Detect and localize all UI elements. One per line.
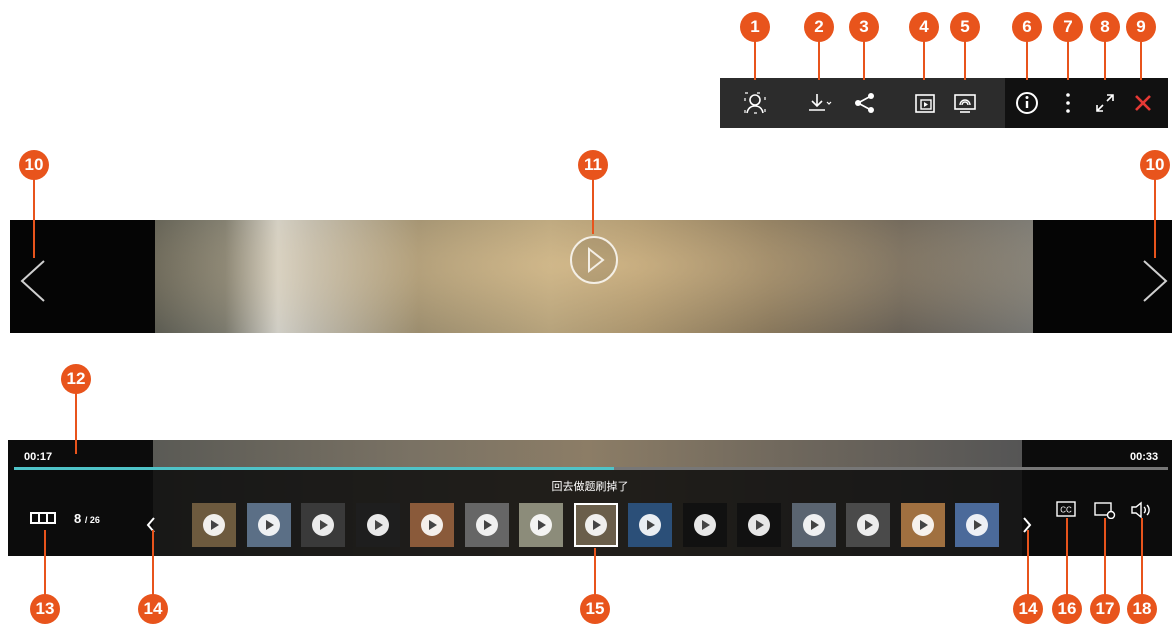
callout-badge-8: 8 [1090, 12, 1120, 42]
thumbnail-item[interactable] [355, 503, 400, 547]
thumbnail-play-icon [530, 514, 552, 536]
callout-badge-3: 3 [849, 12, 879, 42]
counter-current: 8 [74, 511, 82, 526]
user-tag-icon[interactable] [742, 90, 768, 116]
leader-line [1067, 40, 1069, 80]
leader-line [44, 530, 46, 596]
callout-badge-16: 16 [1052, 594, 1082, 624]
callout-badge-13: 13 [30, 594, 60, 624]
callout-badge-15: 15 [580, 594, 610, 624]
callout-badge-2: 2 [804, 12, 834, 42]
thumbnail-play-icon [421, 514, 443, 536]
thumbnail-play-icon [857, 514, 879, 536]
leader-line [863, 40, 865, 80]
info-icon[interactable] [1014, 90, 1040, 116]
leader-line [964, 40, 966, 80]
leader-line [754, 40, 756, 80]
total-time: 00:33 [1130, 451, 1159, 463]
thumbnail-play-icon [748, 514, 770, 536]
leader-line [1104, 40, 1106, 80]
callout-badge-10-right: 10 [1140, 150, 1170, 180]
gallery-grid-icon[interactable] [30, 511, 56, 530]
leader-line [1027, 530, 1029, 596]
callout-badge-17: 17 [1090, 594, 1120, 624]
thumbnail-play-icon [639, 514, 661, 536]
leader-line [594, 548, 596, 596]
leader-line [818, 40, 820, 80]
callout-badge-12: 12 [61, 364, 91, 394]
thumbnail-play-icon [911, 514, 934, 536]
thumbnail-item[interactable] [737, 503, 781, 547]
callout-badge-5: 5 [950, 12, 980, 42]
leader-line [152, 530, 154, 596]
callout-badge-4: 4 [909, 12, 939, 42]
fullscreen-icon[interactable] [1092, 90, 1118, 116]
callout-badge-14-right: 14 [1013, 594, 1043, 624]
cast-icon[interactable] [952, 90, 978, 116]
thumbnail-item[interactable] [628, 503, 672, 547]
current-time: 00:17 [24, 451, 53, 463]
media-counter: 8 / 26 [74, 511, 100, 526]
play-button[interactable] [568, 234, 620, 286]
close-icon[interactable] [1130, 90, 1156, 116]
thumbnail-item[interactable] [791, 503, 836, 547]
leader-line [1066, 518, 1068, 596]
thumbnail-play-icon [802, 514, 825, 536]
leader-line [1154, 178, 1156, 258]
more-icon[interactable] [1055, 90, 1081, 116]
thumbnail-item[interactable] [464, 503, 509, 547]
subtitle-text: 回去做题刷掉了 [551, 481, 629, 493]
thumbnail-item[interactable] [682, 503, 727, 547]
leader-line [33, 178, 35, 258]
thumbnail-item[interactable] [846, 503, 890, 547]
thumbnail-play-icon [693, 514, 716, 536]
thumbnail-play-icon [312, 514, 334, 536]
leader-line [1140, 40, 1142, 80]
thumbnail-item[interactable] [900, 503, 945, 547]
callout-badge-14-left: 14 [138, 594, 168, 624]
thumbnail-item[interactable] [410, 503, 454, 547]
thumbnail-play-icon [966, 514, 988, 536]
thumbnails-prev-icon[interactable] [146, 516, 156, 539]
leader-line [1026, 40, 1028, 80]
thumbnail-item[interactable] [301, 503, 345, 547]
thumbnail-item[interactable] [246, 503, 291, 547]
leader-line [923, 40, 925, 80]
callout-badge-9: 9 [1126, 12, 1156, 42]
leader-line [1104, 518, 1106, 596]
leader-line [75, 392, 77, 454]
thumbnail-item[interactable] [573, 503, 618, 547]
counter-total: / 26 [84, 515, 100, 525]
thumbnail-play-icon [203, 514, 225, 536]
thumbnail-item[interactable] [519, 503, 563, 547]
progress-fill [14, 467, 615, 470]
leader-line [1141, 518, 1143, 596]
download-icon[interactable] [806, 90, 832, 116]
share-icon[interactable] [852, 90, 878, 116]
picture-in-picture-icon[interactable] [912, 90, 938, 116]
thumbnail-play-icon [257, 514, 280, 536]
callout-badge-11: 11 [578, 150, 608, 180]
callout-badge-7: 7 [1053, 12, 1083, 42]
thumbnail-play-icon [584, 514, 607, 536]
callout-badge-1: 1 [740, 12, 770, 42]
next-arrow-icon[interactable] [1140, 258, 1170, 309]
callout-badge-18: 18 [1127, 594, 1157, 624]
thumbnail-item[interactable] [192, 503, 236, 547]
thumbnail-item[interactable] [955, 503, 999, 547]
svg-text:CC: CC [1060, 506, 1072, 515]
leader-line [592, 178, 594, 234]
previous-arrow-icon[interactable] [18, 258, 48, 309]
callout-badge-10-left: 10 [19, 150, 49, 180]
thumbnail-play-icon [475, 514, 498, 536]
thumbnail-play-icon [366, 514, 389, 536]
callout-badge-6: 6 [1012, 12, 1042, 42]
